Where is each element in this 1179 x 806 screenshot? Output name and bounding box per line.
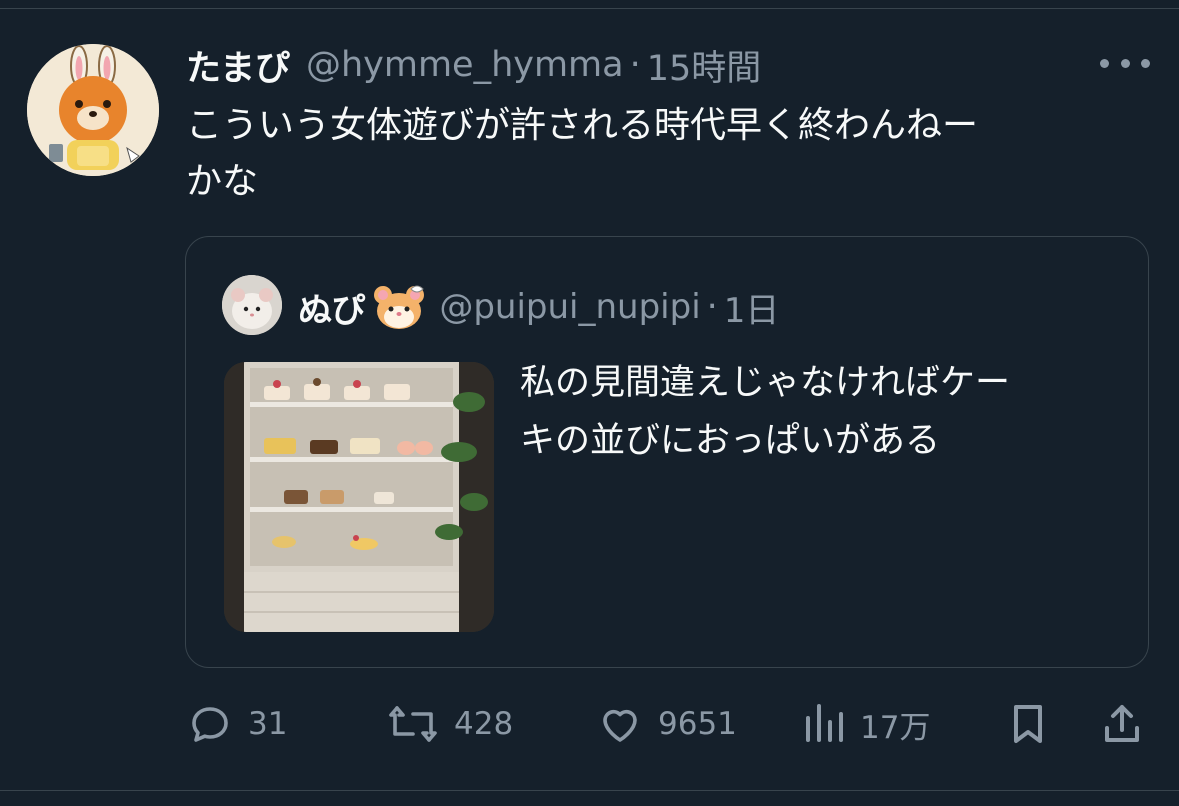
tweet-text: こういう女体遊びが許される時代早く終わんねー かな bbox=[186, 98, 1126, 210]
like-count: 9651 bbox=[658, 706, 737, 742]
quoted-text-line: キの並びにおっぱいがある bbox=[520, 421, 941, 461]
quoted-tweet-text: 私の見間違えじゃなければケー キの並びにおっぱいがある bbox=[520, 354, 1120, 470]
views-count: 17万 bbox=[860, 709, 931, 746]
separator-dot: · bbox=[629, 45, 641, 85]
retweet-count: 428 bbox=[454, 706, 514, 742]
tweet-view: たまぴ @hymme_hymma · 15時間 こういう女体遊びが許される時代早… bbox=[0, 0, 1179, 806]
more-dots-icon[interactable] bbox=[1100, 48, 1150, 78]
tweet-timestamp[interactable]: 15時間 bbox=[647, 40, 762, 91]
quoted-text-line: 私の見間違えじゃなければケー bbox=[520, 363, 1011, 403]
tweet-header: たまぴ @hymme_hymma · 15時間 bbox=[186, 38, 761, 92]
tweet-text-line: かな bbox=[186, 161, 259, 202]
bookmark-button[interactable] bbox=[1004, 694, 1052, 754]
action-bar: 31 428 9651 17万 bbox=[186, 694, 1146, 754]
heart-icon bbox=[603, 709, 637, 742]
author-handle[interactable]: @hymme_hymma bbox=[306, 45, 624, 85]
bookmark-icon bbox=[1014, 705, 1042, 743]
author-display-name[interactable]: たまぴ bbox=[186, 40, 290, 91]
tweet-text-line: こういう女体遊びが許される時代早く終わんねー bbox=[186, 105, 979, 146]
retweet-icon bbox=[389, 706, 437, 742]
hamster-emoji-icon bbox=[374, 285, 425, 329]
quoted-media-image[interactable] bbox=[224, 362, 494, 632]
views-icon bbox=[806, 704, 843, 742]
quoted-display-name[interactable]: ぬぴ bbox=[298, 283, 365, 332]
quoted-timestamp[interactable]: 1日 bbox=[724, 283, 780, 332]
like-button[interactable]: 9651 bbox=[596, 694, 737, 754]
share-icon bbox=[1105, 705, 1139, 742]
reply-icon bbox=[192, 707, 228, 742]
quoted-tweet-header: ぬぴ @puipui_nupipi · 1日 bbox=[298, 280, 779, 334]
separator-dot: · bbox=[706, 287, 718, 327]
reply-button[interactable]: 31 bbox=[186, 694, 287, 754]
retweet-button[interactable]: 428 bbox=[386, 694, 513, 754]
quoted-author-avatar[interactable] bbox=[222, 275, 282, 335]
share-button[interactable] bbox=[1098, 694, 1146, 754]
reply-count: 31 bbox=[248, 706, 288, 742]
quoted-handle[interactable]: @puipui_nupipi bbox=[439, 287, 700, 327]
top-divider bbox=[0, 8, 1179, 9]
author-avatar[interactable] bbox=[27, 44, 159, 176]
bottom-divider bbox=[0, 790, 1179, 791]
views-button[interactable]: 17万 bbox=[802, 694, 930, 754]
